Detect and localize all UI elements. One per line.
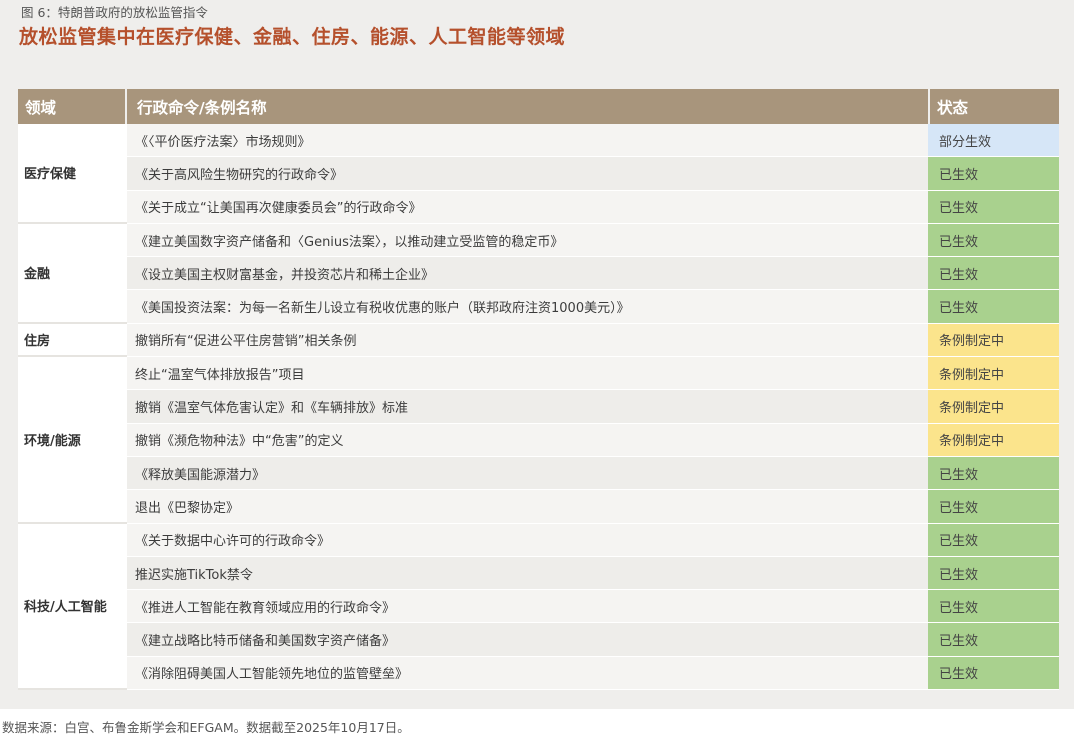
table-group: 医疗保健 《〈平价医疗法案〉市场规则》 部分生效 《关于高风险生物研究的行政命令》 已生… xyxy=(18,124,1059,224)
status-cell: 已生效 xyxy=(928,190,1059,224)
regulation-name: 撤销所有“促进公平住房营销”相关条例 xyxy=(127,323,928,358)
status-cell: 已生效 xyxy=(928,590,1059,624)
regulation-name: 撤销《温室气体危害认定》和《车辆排放》标准 xyxy=(127,390,928,424)
status-cell: 已生效 xyxy=(928,223,1059,258)
regulation-name: 《建立美国数字资产储备和〈Genius法案〉，以推动建立受监管的稳定币》 xyxy=(127,223,928,258)
table-row: 《消除阻碍美国人工智能领先地位的监管壁垒》 已生效 xyxy=(127,656,1059,691)
status-cell: 已生效 xyxy=(928,656,1059,691)
status-cell: 条例制定中 xyxy=(928,423,1059,457)
group-rows: 《建立美国数字资产储备和〈Genius法案〉，以推动建立受监管的稳定币》 已生效《… xyxy=(127,223,1059,324)
table-row: 《建立美国数字资产储备和〈Genius法案〉，以推动建立受监管的稳定币》 已生效 xyxy=(127,223,1059,258)
table-row: 《释放美国能源潜力》 已生效 xyxy=(127,456,1059,491)
regulation-name: 《美国投资法案：为每一名新生儿设立有税收优惠的账户（联邦政府注资1000美元）》 xyxy=(127,290,928,324)
table-row: 《关于高风险生物研究的行政命令》 已生效 xyxy=(127,157,1059,191)
regulation-name: 《设立美国主权财富基金，并投资芯片和稀土企业》 xyxy=(127,257,928,291)
status-cell: 已生效 xyxy=(928,523,1059,557)
regulation-name: 《〈平价医疗法案〉市场规则》 xyxy=(127,124,928,158)
table-row: 《〈平价医疗法案〉市场规则》 部分生效 xyxy=(127,124,1059,158)
regulation-name: 《关于成立“让美国再次健康委员会”的行政命令》 xyxy=(127,190,928,224)
group-rows: 《关于数据中心许可的行政命令》 已生效 推迟实施TikTok禁令 已生效 《推进人工智能… xyxy=(127,523,1059,691)
table-group: 环境/能源 终止“温室气体排放报告”项目 条例制定中 撤销《温室气体危害认定》和《车辆… xyxy=(18,357,1059,524)
table-group: 金融 《建立美国数字资产储备和〈Genius法案〉，以推动建立受监管的稳定币》 已生… xyxy=(18,223,1059,324)
domain-cell: 环境/能源 xyxy=(18,357,127,524)
status-cell: 已生效 xyxy=(928,556,1059,591)
regulation-name: 《推进人工智能在教育领域应用的行政命令》 xyxy=(127,590,928,624)
domain-cell: 金融 xyxy=(18,223,127,324)
status-cell: 已生效 xyxy=(928,490,1059,524)
regulation-table: 领域 行政命令/条例名称 状态 医疗保健 《〈平价医疗法案〉市场规则》 部分生效 《关… xyxy=(18,89,1059,691)
status-cell: 已生效 xyxy=(928,290,1059,324)
table-header: 领域 行政命令/条例名称 状态 xyxy=(18,89,1059,124)
status-cell: 已生效 xyxy=(928,456,1059,491)
status-cell: 部分生效 xyxy=(928,124,1059,158)
table-row: 《建立战略比特币储备和美国数字资产储备》 已生效 xyxy=(127,623,1059,657)
header-status: 状态 xyxy=(928,89,1059,124)
header-domain: 领域 xyxy=(25,98,57,117)
group-rows: 《〈平价医疗法案〉市场规则》 部分生效 《关于高风险生物研究的行政命令》 已生效 《关于… xyxy=(127,124,1059,224)
status-cell: 已生效 xyxy=(928,623,1059,657)
figure-title: 放松监管集中在医疗保健、金融、住房、能源、人工智能等领域 xyxy=(19,26,566,48)
regulation-name: 退出《巴黎协定》 xyxy=(127,490,928,524)
table-group: 住房 撤销所有“促进公平住房营销”相关条例 条例制定中 xyxy=(18,323,1059,358)
domain-cell: 科技/人工智能 xyxy=(18,523,127,691)
regulation-name: 《关于高风险生物研究的行政命令》 xyxy=(127,157,928,191)
status-cell: 条例制定中 xyxy=(928,323,1059,358)
regulation-name: 《关于数据中心许可的行政命令》 xyxy=(127,523,928,557)
table-row: 终止“温室气体排放报告”项目 条例制定中 xyxy=(127,357,1059,391)
regulation-name: 终止“温室气体排放报告”项目 xyxy=(127,357,928,391)
table-group: 科技/人工智能 《关于数据中心许可的行政命令》 已生效 推迟实施TikTok禁令 已生效… xyxy=(18,523,1059,691)
status-cell: 条例制定中 xyxy=(928,390,1059,424)
domain-cell: 住房 xyxy=(18,323,127,358)
table-row: 撤销《温室气体危害认定》和《车辆排放》标准 条例制定中 xyxy=(127,390,1059,424)
data-source-note: 数据来源：白宫、布鲁金斯学会和EFGAM。数据截至2025年10月17日。 xyxy=(2,720,410,735)
regulation-name: 《建立战略比特币储备和美国数字资产储备》 xyxy=(127,623,928,657)
table-row: 撤销《濒危物种法》中“危害”的定义 条例制定中 xyxy=(127,423,1059,457)
table-row: 推迟实施TikTok禁令 已生效 xyxy=(127,556,1059,591)
header-name: 行政命令/条例名称 xyxy=(125,89,928,124)
table-body: 医疗保健 《〈平价医疗法案〉市场规则》 部分生效 《关于高风险生物研究的行政命令》 已生… xyxy=(18,124,1059,691)
regulation-name: 《释放美国能源潜力》 xyxy=(127,456,928,491)
group-rows: 终止“温室气体排放报告”项目 条例制定中 撤销《温室气体危害认定》和《车辆排放》标准… xyxy=(127,357,1059,524)
domain-cell: 医疗保健 xyxy=(18,124,127,224)
table-row: 《设立美国主权财富基金，并投资芯片和稀土企业》 已生效 xyxy=(127,257,1059,291)
regulation-name: 撤销《濒危物种法》中“危害”的定义 xyxy=(127,423,928,457)
group-rows: 撤销所有“促进公平住房营销”相关条例 条例制定中 xyxy=(127,323,1059,358)
status-cell: 已生效 xyxy=(928,257,1059,291)
table-row: 《关于成立“让美国再次健康委员会”的行政命令》 已生效 xyxy=(127,190,1059,224)
status-cell: 条例制定中 xyxy=(928,357,1059,391)
table-row: 撤销所有“促进公平住房营销”相关条例 条例制定中 xyxy=(127,323,1059,358)
status-cell: 已生效 xyxy=(928,157,1059,191)
table-row: 《美国投资法案：为每一名新生儿设立有税收优惠的账户（联邦政府注资1000美元）》… xyxy=(127,290,1059,324)
table-row: 《关于数据中心许可的行政命令》 已生效 xyxy=(127,523,1059,557)
regulation-name: 《消除阻碍美国人工智能领先地位的监管壁垒》 xyxy=(127,656,928,691)
table-row: 退出《巴黎协定》 已生效 xyxy=(127,490,1059,524)
regulation-name: 推迟实施TikTok禁令 xyxy=(127,556,928,591)
figure-caption: 图 6：特朗普政府的放松监管指令 xyxy=(21,5,208,20)
figure-panel: 图 6：特朗普政府的放松监管指令 放松监管集中在医疗保健、金融、住房、能源、人工… xyxy=(0,0,1074,709)
table-row: 《推进人工智能在教育领域应用的行政命令》 已生效 xyxy=(127,590,1059,624)
